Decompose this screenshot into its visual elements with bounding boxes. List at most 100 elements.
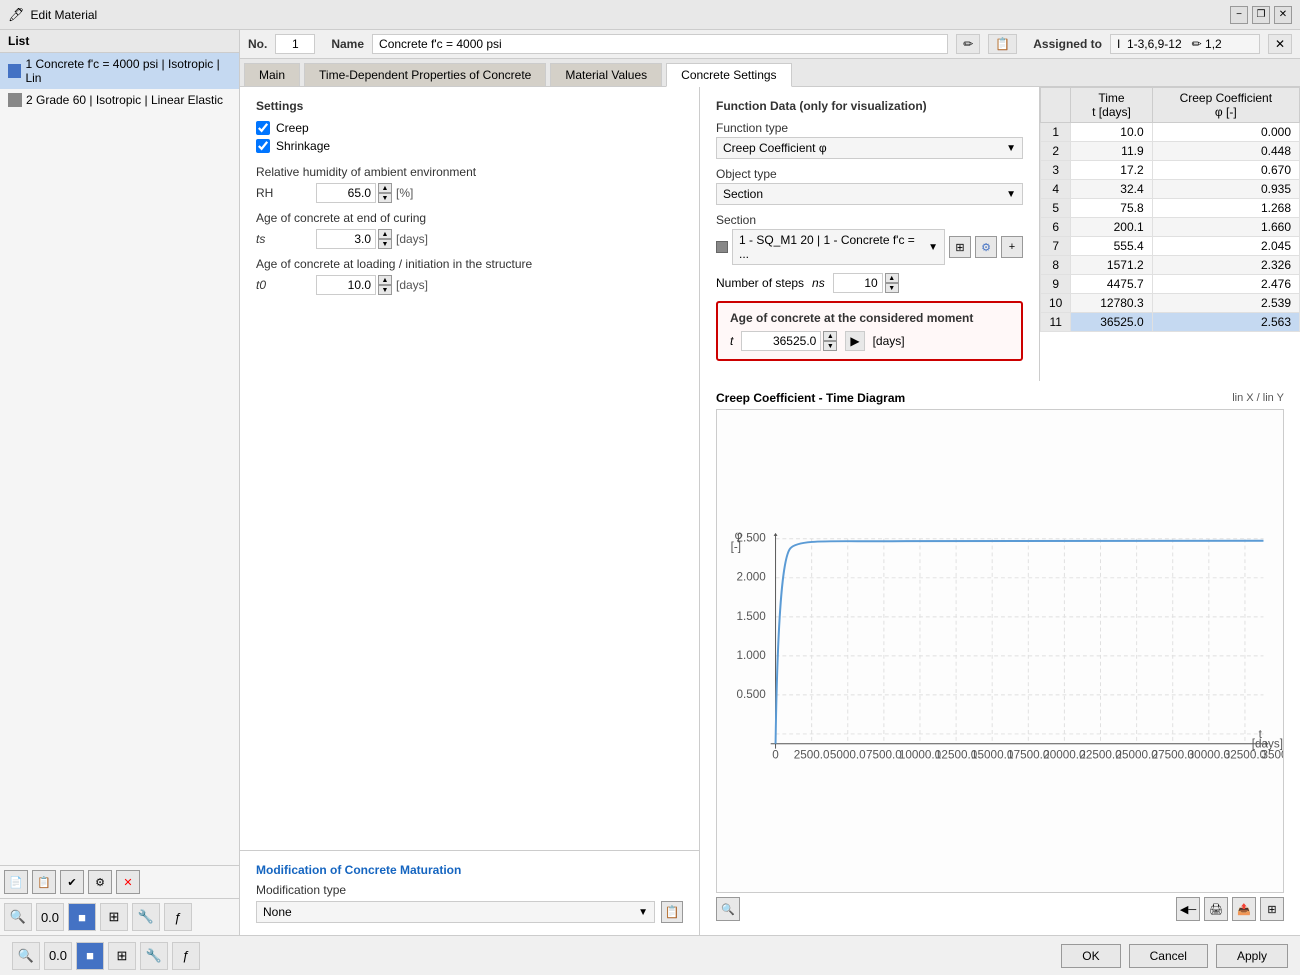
name-browse-button[interactable]: 📋	[988, 34, 1017, 54]
close-button[interactable]: ✕	[1274, 6, 1292, 24]
age-curing-unit: [days]	[396, 232, 428, 246]
t-up-btn[interactable]: ▲	[823, 331, 837, 341]
section-table-button[interactable]: ⊞	[949, 236, 971, 258]
check-button[interactable]: ✔	[60, 870, 84, 894]
creep-row: Creep	[256, 121, 683, 135]
chart-scale: lin X / lin Y	[1232, 392, 1284, 404]
row-time: 36525.0	[1071, 313, 1152, 332]
age-curing-up-btn[interactable]: ▲	[378, 229, 392, 239]
rh-down-btn[interactable]: ▼	[378, 193, 392, 203]
object-type-value: Section	[723, 187, 763, 201]
material-icon-2	[8, 93, 22, 107]
mod-type-select[interactable]: None ▼	[256, 901, 655, 923]
bottom-icon-6[interactable]: ƒ	[172, 942, 200, 970]
section-value: 1 - SQ_M1 20 | 1 - Concrete f'c = ...	[739, 233, 928, 261]
apply-button[interactable]: Apply	[1216, 944, 1288, 968]
age-loading-unit: [days]	[396, 278, 428, 292]
name-edit-button[interactable]: ✏	[956, 34, 980, 54]
bottom-btn-4[interactable]: ⊞	[100, 903, 128, 931]
table-row: 6 200.1 1.660	[1041, 218, 1300, 237]
sidebar-item-label-1: 1 Concrete f'c = 4000 psi | Isotropic | …	[25, 57, 231, 85]
bottom-icon-2[interactable]: 0.0	[44, 942, 72, 970]
name-input[interactable]	[372, 34, 948, 54]
tab-material-values[interactable]: Material Values	[550, 63, 662, 86]
minimize-button[interactable]: −	[1230, 6, 1248, 24]
t-input[interactable]	[741, 331, 821, 351]
zoom-button[interactable]: 🔍	[716, 897, 740, 921]
svg-text:2500.0: 2500.0	[794, 748, 830, 761]
svg-text:1.000: 1.000	[736, 649, 766, 662]
row-time: 555.4	[1071, 237, 1152, 256]
rh-up-btn[interactable]: ▲	[378, 183, 392, 193]
chart-nav-left[interactable]: ◀─	[1176, 897, 1200, 921]
bottom-icon-1[interactable]: 🔍	[12, 942, 40, 970]
new-material-button[interactable]: 📄	[4, 870, 28, 894]
object-type-select[interactable]: Section ▼	[716, 183, 1023, 205]
duplicate-button[interactable]: 📋	[32, 870, 56, 894]
no-label: No.	[248, 37, 267, 51]
shrinkage-checkbox[interactable]	[256, 139, 270, 153]
t-go-button[interactable]: ▶	[845, 331, 864, 351]
bottom-toolbar-left: 🔍 0.0 ■ ⊞ 🔧 ƒ	[12, 942, 200, 970]
ns-spinbox: ▲ ▼	[833, 273, 899, 293]
t-down-btn[interactable]: ▼	[823, 341, 837, 351]
bottom-icon-5[interactable]: 🔧	[140, 942, 168, 970]
bottom-btn-5[interactable]: 🔧	[132, 903, 160, 931]
age-loading-input[interactable]	[316, 275, 376, 295]
ns-desc: Number of steps	[716, 276, 804, 290]
age-curing-input[interactable]	[316, 229, 376, 249]
section-props-button[interactable]: ⚙	[975, 236, 997, 258]
sidebar-toolbar: 📄 📋 ✔ ⚙ ✕	[0, 865, 239, 898]
row-time: 75.8	[1071, 199, 1152, 218]
tab-time-dependent[interactable]: Time-Dependent Properties of Concrete	[304, 63, 546, 86]
chart-table-button[interactable]: ⊞	[1260, 897, 1284, 921]
rh-desc: Relative humidity of ambient environment	[256, 165, 683, 179]
settings-button[interactable]: ⚙	[88, 870, 112, 894]
delete-button[interactable]: ✕	[116, 870, 140, 894]
tab-main[interactable]: Main	[244, 63, 300, 86]
row-num: 6	[1041, 218, 1071, 237]
bottom-icon-4[interactable]: ⊞	[108, 942, 136, 970]
assigned-clear-button[interactable]: ✕	[1268, 34, 1292, 54]
sidebar-item-1[interactable]: 1 Concrete f'c = 4000 psi | Isotropic | …	[0, 53, 239, 89]
mod-edit-button[interactable]: 📋	[661, 901, 683, 923]
ns-input[interactable]	[833, 273, 883, 293]
row-time: 12780.3	[1071, 294, 1152, 313]
svg-text:0: 0	[772, 748, 779, 761]
restore-button[interactable]: ❐	[1252, 6, 1270, 24]
age-loading-down-btn[interactable]: ▼	[378, 285, 392, 295]
function-type-arrow: ▼	[1006, 143, 1016, 154]
section-add-button[interactable]: +	[1001, 236, 1023, 258]
row-num: 2	[1041, 142, 1071, 161]
table-row: 1 10.0 0.000	[1041, 123, 1300, 142]
ns-up-btn[interactable]: ▲	[885, 273, 899, 283]
age-curing-down-btn[interactable]: ▼	[378, 239, 392, 249]
age-loading-up-btn[interactable]: ▲	[378, 275, 392, 285]
rh-input[interactable]	[316, 183, 376, 203]
ok-button[interactable]: OK	[1061, 944, 1120, 968]
chart-export-button[interactable]: 📤	[1232, 897, 1256, 921]
chart-print-button[interactable]: 🖨	[1204, 897, 1228, 921]
object-type-row: Object type Section ▼	[716, 167, 1023, 205]
settings-title: Settings	[256, 99, 683, 113]
mod-type-label: Modification type	[256, 883, 683, 897]
bottom-btn-2[interactable]: 0.0	[36, 903, 64, 931]
bottom-btn-3[interactable]: ■	[68, 903, 96, 931]
bottom-btn-1[interactable]: 🔍	[4, 903, 32, 931]
tab-concrete-settings[interactable]: Concrete Settings	[666, 63, 791, 87]
sidebar-item-2[interactable]: 2 Grade 60 | Isotropic | Linear Elastic	[0, 89, 239, 111]
assigned-value: I 1-3,6,9-12 ✏ 1,2	[1110, 34, 1260, 54]
section-select[interactable]: 1 - SQ_M1 20 | 1 - Concrete f'c = ... ▼	[732, 229, 945, 265]
table-row: 7 555.4 2.045	[1041, 237, 1300, 256]
right-panel: Function Data (only for visualization) F…	[700, 87, 1300, 935]
creep-unit: φ [-]	[1215, 105, 1237, 119]
creep-checkbox[interactable]	[256, 121, 270, 135]
age-loading-desc: Age of concrete at loading / initiation …	[256, 257, 683, 271]
cancel-button[interactable]: Cancel	[1129, 944, 1208, 968]
ns-down-btn[interactable]: ▼	[885, 283, 899, 293]
function-type-select[interactable]: Creep Coefficient φ ▼	[716, 137, 1023, 159]
bottom-btn-6[interactable]: ƒ	[164, 903, 192, 931]
bottom-toolbar-right: OK Cancel Apply	[1061, 944, 1288, 968]
sidebar: List 1 Concrete f'c = 4000 psi | Isotrop…	[0, 30, 240, 935]
bottom-icon-3[interactable]: ■	[76, 942, 104, 970]
